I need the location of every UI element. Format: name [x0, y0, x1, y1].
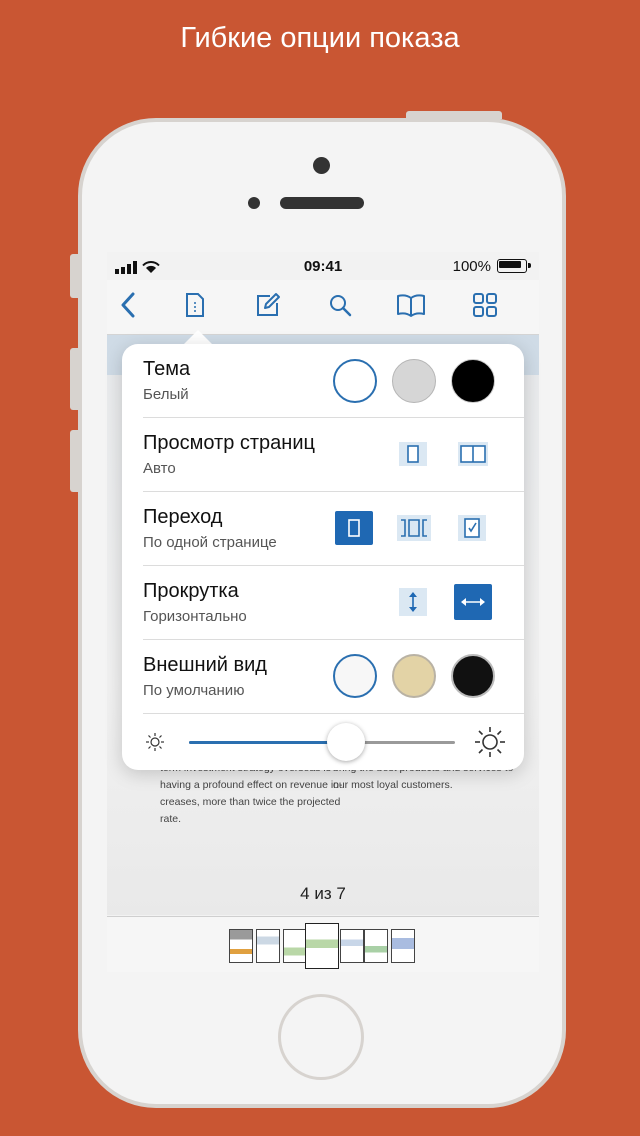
- two-page-icon[interactable]: [458, 442, 488, 466]
- document-icon[interactable]: [180, 290, 210, 320]
- book-icon[interactable]: [396, 290, 426, 320]
- front-camera: [313, 157, 330, 174]
- page-thumbnail[interactable]: [391, 929, 415, 963]
- search-icon[interactable]: [325, 290, 355, 320]
- page-thumbnail[interactable]: [229, 929, 253, 963]
- silent-switch: [70, 254, 78, 298]
- page-curl-icon[interactable]: [458, 515, 486, 541]
- continuous-page-icon[interactable]: [397, 515, 431, 541]
- theme-gray-option[interactable]: [392, 359, 436, 403]
- earpiece-speaker: [280, 197, 364, 209]
- brightness-high-icon: [473, 725, 507, 764]
- appearance-value: По умолчанию: [143, 682, 245, 699]
- theme-title: Тема: [143, 358, 191, 380]
- page-view-row: Просмотр страниц Авто: [122, 418, 524, 491]
- appearance-sepia-option[interactable]: [392, 654, 436, 698]
- page-thumbnail[interactable]: [283, 929, 307, 963]
- appearance-default-option[interactable]: [333, 654, 377, 698]
- page-indicator: 4 из 7: [300, 884, 346, 903]
- scrolling-title: Прокрутка: [143, 580, 239, 602]
- page-view-value: Авто: [143, 460, 176, 477]
- scrolling-row: Прокрутка Горизонтально: [122, 566, 524, 639]
- edit-icon[interactable]: [253, 290, 283, 320]
- theme-black-option[interactable]: [451, 359, 495, 403]
- display-options-popover: Тема Белый Просмотр страниц Авто Переход…: [122, 344, 524, 770]
- page-thumbnail[interactable]: [364, 929, 388, 963]
- page-thumbnail[interactable]: [256, 929, 280, 963]
- transition-row: Переход По одной странице: [122, 492, 524, 565]
- appearance-row: Внешний вид По умолчанию: [122, 640, 524, 713]
- brightness-low-icon: [144, 731, 166, 758]
- volume-up-button: [70, 348, 78, 410]
- proximity-sensor: [248, 197, 260, 209]
- toolbar: [107, 280, 539, 335]
- scrolling-value: Горизонтально: [143, 608, 247, 625]
- battery-icon: [497, 259, 527, 273]
- theme-white-option[interactable]: [333, 359, 377, 403]
- vertical-scroll-icon[interactable]: [399, 588, 427, 616]
- popover-arrow: [183, 330, 213, 345]
- single-page-icon[interactable]: [399, 442, 427, 466]
- theme-value: Белый: [143, 386, 189, 403]
- home-button[interactable]: [278, 994, 364, 1080]
- page-thumbnail[interactable]: [340, 929, 364, 963]
- appearance-dark-option[interactable]: [451, 654, 495, 698]
- transition-title: Переход: [143, 506, 223, 528]
- document-text-col1: term investment strategy overseas is hav…: [160, 762, 343, 825]
- horizontal-scroll-icon[interactable]: [454, 584, 492, 620]
- back-icon[interactable]: [113, 290, 143, 320]
- page-thumbnail-current[interactable]: [305, 923, 339, 969]
- volume-down-button: [70, 430, 78, 492]
- theme-row: Тема Белый: [122, 344, 524, 417]
- brightness-slider-thumb[interactable]: [326, 723, 365, 761]
- page-view-title: Просмотр страниц: [143, 432, 315, 454]
- headline: Гибкие опции показа: [180, 22, 460, 54]
- appearance-title: Внешний вид: [143, 654, 267, 676]
- battery-percent: 100%: [452, 258, 491, 275]
- divider: [143, 713, 524, 714]
- single-page-transition-icon[interactable]: [335, 511, 373, 545]
- status-bar: 09:41 100%: [107, 252, 539, 280]
- brightness-slider[interactable]: [189, 741, 455, 744]
- brightness-slider-fill: [189, 741, 346, 744]
- grid-icon[interactable]: [470, 290, 500, 320]
- transition-value: По одной странице: [143, 534, 277, 551]
- thumbnail-strip: [107, 916, 539, 972]
